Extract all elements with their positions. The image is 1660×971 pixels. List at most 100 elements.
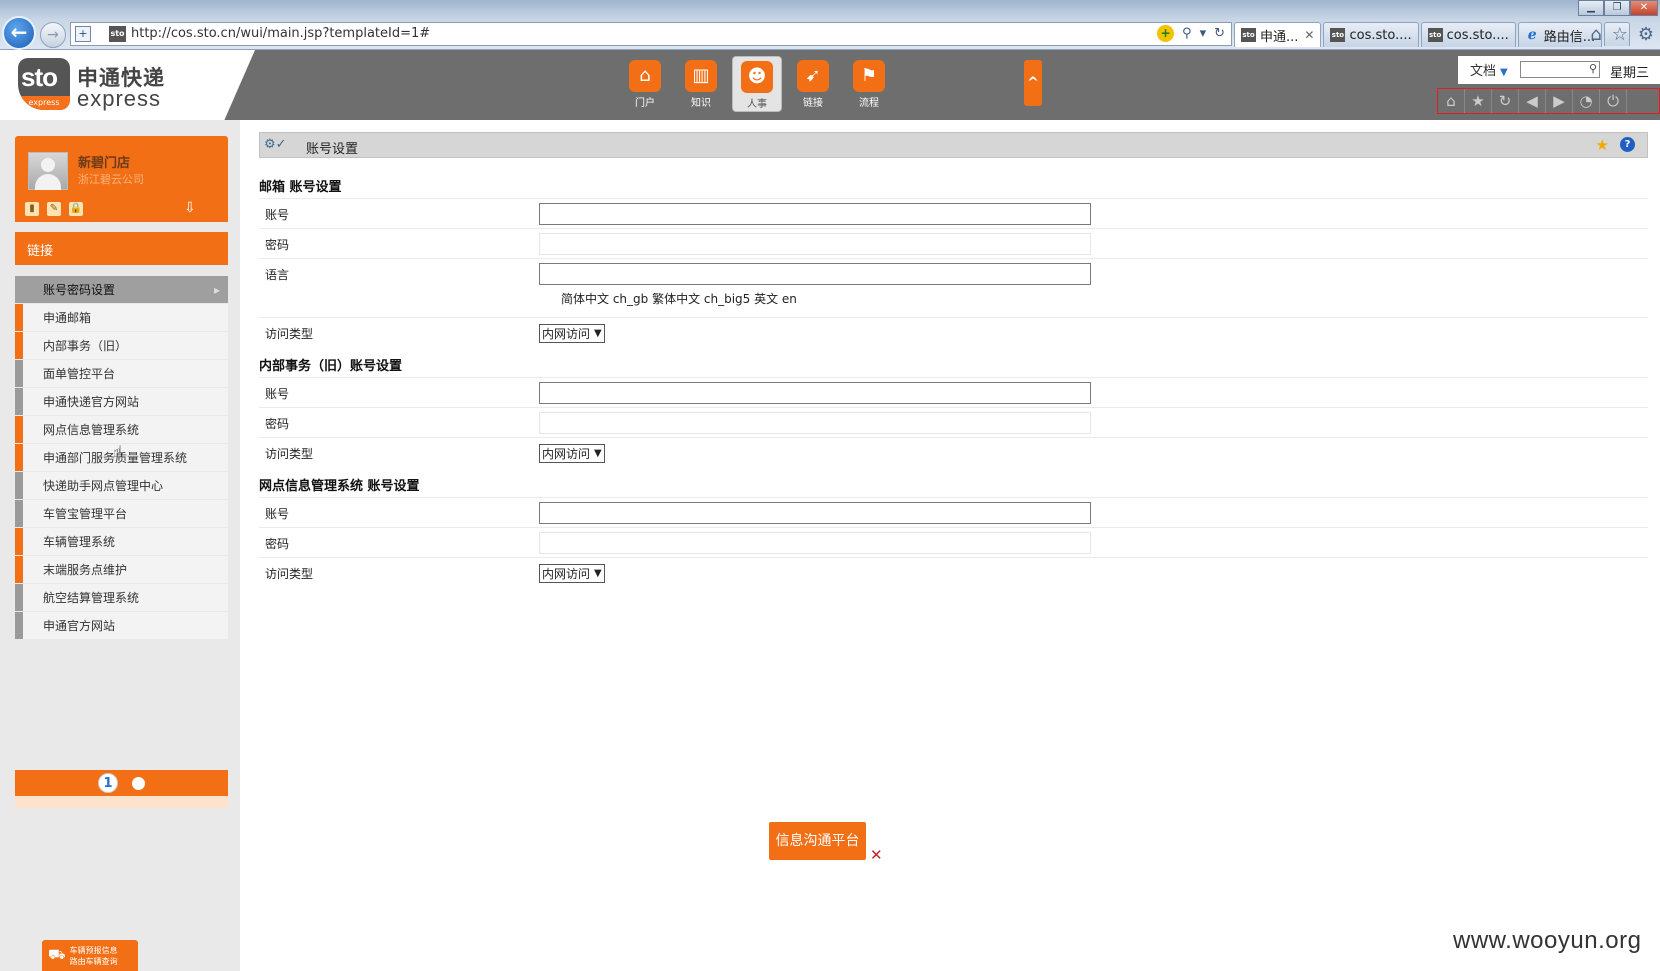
sidebar-pager: 1	[15, 770, 228, 796]
mail-password-row: 密码	[259, 228, 1648, 258]
dropdown-arrow-icon[interactable]: ▾	[1200, 26, 1207, 41]
field-label: 语言	[265, 268, 290, 282]
browser-tab-3[interactable]: sto cos.sto....	[1420, 22, 1516, 47]
window-controls: ▁ ❐ ✕	[1578, 0, 1658, 16]
mail-access-select[interactable]: 内网访问 ▼	[539, 324, 605, 343]
download-icon[interactable]: ⇩	[184, 200, 200, 216]
nav-links[interactable]: ➹ 链接	[788, 56, 838, 112]
page-1-button[interactable]: 1	[98, 773, 118, 793]
nav-hr[interactable]: ☻ 人事	[732, 56, 782, 112]
nav-workflow[interactable]: ⚑ 流程	[844, 56, 894, 112]
mail-account-input[interactable]	[539, 203, 1091, 225]
sidebar-item-sto-website[interactable]: 申通官方网站	[15, 612, 228, 639]
sidebar-item-endpoint-maintenance[interactable]: 末端服务点维护	[15, 556, 228, 583]
field-label: 账号	[265, 387, 290, 401]
outlet-access-select[interactable]: 内网访问 ▼	[539, 564, 605, 583]
internal-password-input[interactable]	[539, 412, 1091, 434]
internal-account-row: 账号	[259, 377, 1648, 407]
star-icon[interactable]: ★	[1465, 89, 1492, 113]
settings-gear-icon[interactable]: ⚙	[1638, 24, 1654, 45]
tab-favicon: sto	[1427, 28, 1443, 42]
truck-icon: ⛟	[48, 946, 66, 963]
sidebar-item-official-site[interactable]: 申通快递官方网站	[15, 388, 228, 415]
language-hint: 简体中文 ch_gb 繁体中文 ch_big5 英文 en	[561, 292, 797, 306]
page-2-button[interactable]	[132, 776, 145, 790]
back-arrow-icon[interactable]: ←	[2, 16, 36, 50]
collapse-header-button[interactable]: ^	[1024, 60, 1042, 106]
sidebar-item-waybill-control[interactable]: 面单管控平台	[15, 360, 228, 387]
sidebar-item-outlet-info[interactable]: 网点信息管理系统	[15, 416, 228, 443]
signpost-icon: ⚑	[853, 60, 885, 92]
address-bar[interactable]: + sto http://cos.sto.cn/wui/main.jsp?tem…	[70, 22, 1232, 46]
avatar[interactable]	[28, 152, 68, 190]
sidebar-item-internal-affairs[interactable]: 内部事务（旧）	[15, 332, 228, 359]
home-icon[interactable]: ⌂	[1438, 89, 1465, 113]
user-tools: ▮ ✎ 🔒	[25, 202, 83, 216]
logo-area: sto express 申通快递 express	[0, 50, 255, 120]
tab-label: 路由信...	[1543, 29, 1596, 45]
close-icon[interactable]: ✕	[1304, 28, 1314, 42]
search-icon[interactable]: ⚲	[1589, 62, 1597, 75]
help-icon[interactable]: ?	[1620, 137, 1635, 152]
compatibility-view-icon[interactable]: +	[1157, 25, 1175, 42]
edit-icon[interactable]: ✎	[47, 202, 61, 216]
browser-tab-2[interactable]: sto cos.sto....	[1323, 22, 1419, 47]
weekday-label: 星期三	[1610, 66, 1650, 81]
window-close-icon[interactable]: ✕	[1630, 0, 1658, 16]
refresh-icon[interactable]: ↻	[1492, 89, 1519, 113]
tab-label: 申通...	[1260, 29, 1299, 45]
logo-text-en: express	[77, 86, 162, 111]
user-card: 新碧门店 浙江碧云公司 ▮ ✎ 🔒 ⇩	[15, 136, 228, 222]
outlet-password-input[interactable]	[539, 532, 1091, 554]
field-label: 访问类型	[265, 447, 314, 461]
history-icon[interactable]: ◔	[1573, 89, 1600, 113]
outlet-account-input[interactable]	[539, 502, 1091, 524]
sidebar-item-vehicle-management[interactable]: 车辆管理系统	[15, 528, 228, 555]
field-label: 账号	[265, 507, 290, 521]
search-scope-select[interactable]: 文档 ▼	[1470, 60, 1508, 79]
browser-tab-1[interactable]: sto 申通... ✕	[1234, 22, 1322, 47]
minimize-icon[interactable]: ▁	[1578, 0, 1604, 16]
lock-icon[interactable]: 🔒	[69, 202, 83, 216]
refresh-icon[interactable]: ↻	[1214, 26, 1225, 41]
outlet-access-row: 访问类型 内网访问 ▼	[259, 557, 1648, 587]
links-header: 链接	[15, 232, 228, 265]
search-icon[interactable]: ⚲	[1182, 26, 1192, 41]
logout-icon[interactable]: ⏻	[1600, 89, 1627, 113]
sidebar-item-account-password[interactable]: 账号密码设置	[15, 276, 228, 303]
url-text[interactable]: http://cos.sto.cn/wui/main.jsp?templateI…	[131, 23, 430, 45]
sidebar-item-fleet-platform[interactable]: 车管宝管理平台	[15, 500, 228, 527]
tab-favicon: sto	[1330, 28, 1346, 42]
im-platform-button[interactable]: 信息沟通平台	[769, 822, 866, 860]
nav-portal[interactable]: ⌂ 门户	[620, 56, 670, 112]
mail-password-input[interactable]	[539, 233, 1091, 255]
close-icon[interactable]: ✕	[870, 846, 883, 864]
internal-access-select[interactable]: 内网访问 ▼	[539, 444, 605, 463]
tab-label: cos.sto....	[1446, 27, 1509, 43]
favorites-star-icon[interactable]: ☆	[1612, 24, 1628, 45]
address-book-icon[interactable]: ▮	[25, 202, 39, 216]
header-search-input[interactable]: ⚲	[1520, 61, 1600, 78]
favorite-star-icon[interactable]: ★	[1596, 136, 1609, 154]
nav-knowledge[interactable]: ▥ 知识	[676, 56, 726, 112]
language-hint-row: 简体中文 ch_gb 繁体中文 ch_big5 英文 en	[259, 288, 1648, 316]
page-title: 账号设置	[306, 142, 359, 157]
outlet-password-row: 密码	[259, 527, 1648, 557]
maximize-icon[interactable]: ❐	[1604, 0, 1630, 16]
home-icon: ⌂	[629, 60, 661, 92]
internal-account-input[interactable]	[539, 382, 1091, 404]
new-window-icon[interactable]: +	[75, 26, 91, 42]
sidebar-item-sto-mail[interactable]: 申通邮箱	[15, 304, 228, 331]
sidebar-item-courier-assistant[interactable]: 快递助手网点管理中心	[15, 472, 228, 499]
sidebar-item-air-settlement[interactable]: 航空结算管理系统	[15, 584, 228, 611]
vehicle-query-widget[interactable]: ⛟ 车辆预报信息 路由车辆查询	[42, 940, 138, 971]
home-icon[interactable]: ⌂	[1590, 24, 1601, 45]
mail-language-input[interactable]	[539, 263, 1091, 285]
section-title-internal: 内部事务（旧）账号设置	[259, 359, 403, 374]
settings-icon: ⚙✓	[264, 137, 287, 152]
back-icon[interactable]: ◀	[1519, 89, 1546, 113]
browser-tabs: sto 申通... ✕ sto cos.sto.... sto cos.sto.…	[1234, 22, 1631, 47]
forward-arrow-icon[interactable]: →	[40, 22, 66, 48]
forward-icon[interactable]: ▶	[1546, 89, 1573, 113]
field-label: 密码	[265, 238, 290, 252]
